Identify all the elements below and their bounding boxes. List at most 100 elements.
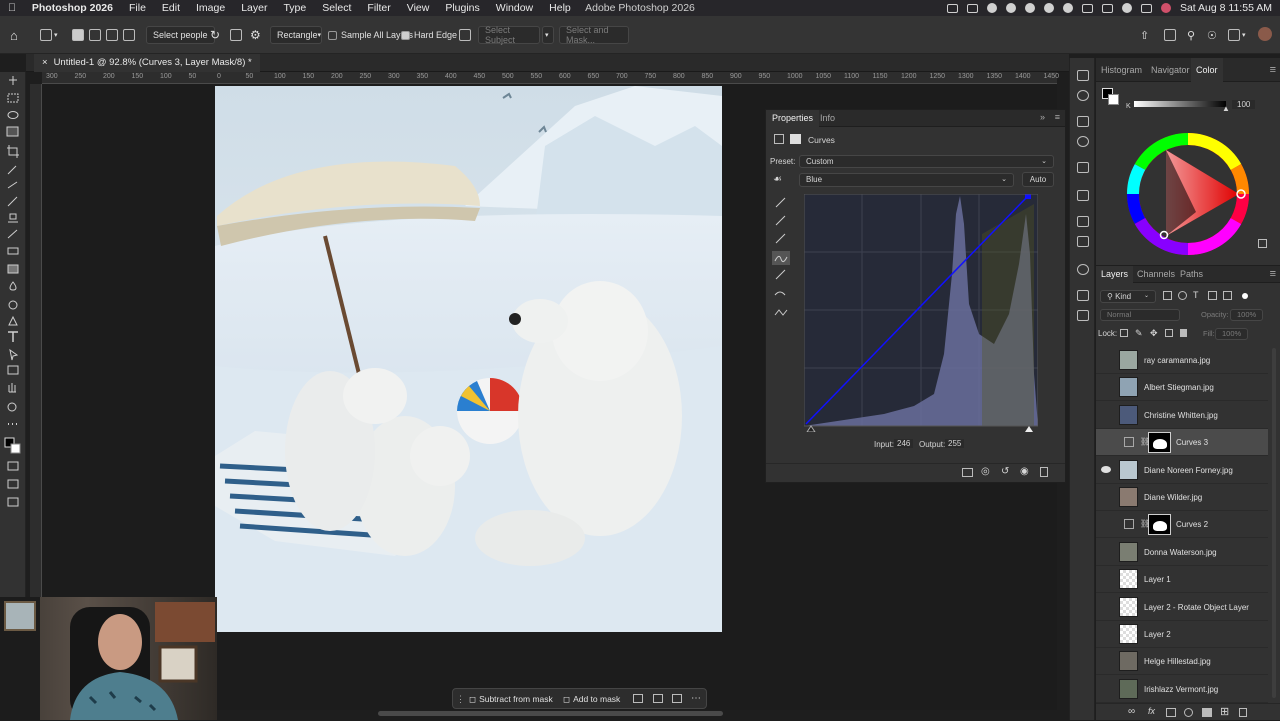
layer-visibility-icon[interactable] [1101, 465, 1111, 473]
tool-preset-icon[interactable]: ▾ [40, 26, 58, 44]
home-icon[interactable]: ⌂ [10, 26, 18, 44]
invert-mask-icon[interactable] [633, 694, 643, 703]
layer-row[interactable]: ⛓ Curves 3 [1096, 429, 1268, 457]
channel-dropdown[interactable]: Blue ⌄ [799, 173, 1014, 187]
character-icon[interactable] [1077, 216, 1089, 227]
properties-icon[interactable] [1077, 290, 1089, 301]
new-layer-icon[interactable]: ⊞ [1220, 705, 1229, 718]
lock-all-icon[interactable] [1180, 329, 1187, 337]
lock-pixels-icon[interactable]: ✎ [1135, 328, 1143, 339]
object-finder-icon[interactable] [230, 26, 242, 44]
new-adjustment-icon[interactable] [1184, 708, 1193, 717]
drag-handle-icon[interactable]: ⋮ [456, 692, 465, 706]
menu-file[interactable]: File [121, 2, 154, 14]
select-and-mask-button[interactable]: Select and Mask... [559, 25, 629, 45]
share-icon[interactable]: ⇧ [1140, 26, 1149, 44]
canvas-image[interactable] [215, 86, 722, 632]
tab-info[interactable]: Info [816, 110, 839, 127]
siri-icon[interactable] [1160, 3, 1171, 13]
preset-dropdown[interactable]: Custom ⌄ [799, 155, 1054, 168]
background-swatch[interactable] [1108, 94, 1119, 105]
filter-shape-icon[interactable] [1208, 291, 1217, 300]
new-selection-icon[interactable] [72, 26, 84, 44]
record-icon[interactable] [1024, 3, 1035, 13]
filter-pixel-icon[interactable] [1163, 291, 1172, 300]
new-group-icon[interactable] [1202, 708, 1212, 717]
layer-visibility-icon[interactable] [1101, 657, 1111, 664]
menu-window[interactable]: Window [488, 2, 541, 14]
layer-visibility-icon[interactable] [1101, 630, 1111, 637]
layer-row[interactable]: Christine Whitten.jpg [1096, 402, 1268, 429]
select-subject-chevron-icon[interactable]: ▾ [542, 26, 554, 44]
lock-position-icon[interactable]: ✥ [1150, 328, 1158, 339]
layer-visibility-icon[interactable] [1101, 685, 1111, 692]
subtract-selection-icon[interactable] [106, 26, 118, 44]
visibility-icon[interactable]: ◉ [1020, 466, 1029, 477]
layer-row[interactable]: Layer 1 [1096, 566, 1268, 594]
layer-visibility-icon[interactable] [1101, 356, 1111, 363]
tab-paths[interactable]: Paths [1175, 266, 1208, 283]
sync-icon[interactable] [986, 3, 997, 13]
add-mask-icon[interactable] [1166, 708, 1176, 717]
close-tab-icon[interactable]: × [42, 57, 48, 68]
link-layers-icon[interactable]: ∞ [1128, 706, 1135, 717]
collapse-panel-icon[interactable]: » [1040, 112, 1045, 122]
search-icon[interactable] [1121, 3, 1132, 13]
battery-icon[interactable] [1140, 3, 1152, 13]
canvas-horizontal-scrollbar[interactable] [378, 711, 723, 716]
layer-row[interactable]: Irishlazz Vermont.jpg [1096, 676, 1268, 703]
cloud-icon[interactable] [1043, 3, 1054, 13]
panel-menu-icon[interactable]: ≡ [1055, 112, 1060, 122]
layer-visibility-icon[interactable] [1101, 520, 1111, 527]
menu-help[interactable]: Help [541, 2, 579, 14]
tab-properties[interactable]: Properties [766, 110, 820, 127]
filter-adjustment-icon[interactable] [1178, 291, 1187, 300]
clip-to-layer-icon[interactable] [962, 468, 973, 477]
opacity-value[interactable]: 100% [1230, 309, 1264, 321]
paragraph-icon[interactable] [1077, 236, 1089, 247]
menu-filter[interactable]: Filter [359, 2, 398, 14]
shape-dropdown[interactable]: Rectangle ▾ [270, 26, 322, 44]
layers-panel-menu-icon[interactable]: ≡ [1270, 268, 1276, 280]
screen-record-icon[interactable] [946, 3, 958, 13]
filter-toggle-icon[interactable] [1242, 293, 1248, 299]
reset-icon[interactable]: ↺ [1001, 466, 1009, 477]
menu-app-name[interactable]: Photoshop 2026 [24, 2, 121, 14]
target-adjust-icon[interactable]: ☙ [773, 174, 782, 185]
lightbulb-icon[interactable]: ☉ [1207, 26, 1217, 44]
output-value[interactable]: 255 [945, 439, 965, 448]
input-value[interactable]: 246 [894, 439, 914, 448]
delete-icon[interactable] [1040, 467, 1048, 477]
search-ps-icon[interactable]: ⚲ [1187, 26, 1195, 44]
tab-layers[interactable]: Layers [1096, 266, 1134, 283]
layer-row[interactable]: Diane Noreen Forney.jpg [1096, 457, 1268, 484]
select-subject-button[interactable]: Select Subject [478, 25, 540, 45]
menu-clock[interactable]: Sat Aug 8 11:55 AM [1180, 2, 1272, 14]
filter-smart-icon[interactable] [1223, 291, 1232, 300]
moon-icon[interactable] [1062, 3, 1073, 13]
tab-channels[interactable]: Channels [1132, 266, 1180, 283]
k-value[interactable]: 100 [1232, 100, 1256, 109]
menu-plugins[interactable]: Plugins [437, 2, 487, 14]
filter-kind-dropdown[interactable]: ⚲ Kind ⌄ [1100, 290, 1156, 303]
layer-row[interactable]: Donna Waterson.jpg [1096, 539, 1268, 566]
swatches-icon[interactable] [1077, 162, 1089, 173]
intersect-selection-icon[interactable] [123, 26, 135, 44]
history-icon[interactable] [1077, 70, 1089, 81]
tab-histogram[interactable]: Histogram [1096, 58, 1147, 82]
adjustments-icon[interactable] [1077, 116, 1089, 127]
workspace-icon[interactable]: ▾ [1228, 26, 1246, 44]
layer-row[interactable]: Helge Hillestad.jpg [1096, 648, 1268, 676]
fx-icon[interactable] [1077, 310, 1089, 321]
layer-row[interactable]: Layer 2 - Rotate Object Layer [1096, 594, 1268, 621]
layer-mask-thumbnail[interactable] [1148, 514, 1171, 536]
expand-color-icon[interactable] [1258, 239, 1267, 248]
refresh-icon[interactable]: ↻ [210, 26, 220, 44]
color-panel-menu-icon[interactable]: ≡ [1270, 64, 1276, 76]
filter-type-icon[interactable]: T [1193, 290, 1199, 300]
add-selection-icon[interactable] [89, 26, 101, 44]
refine-icon[interactable] [459, 26, 471, 44]
tab-color[interactable]: Color [1191, 58, 1223, 82]
more-options-icon[interactable]: ⋯ [691, 692, 701, 706]
horizontal-ruler[interactable]: 300 250 200 150 100 50 0 50 100 150 200 250 300 350 40… [42, 72, 1059, 84]
